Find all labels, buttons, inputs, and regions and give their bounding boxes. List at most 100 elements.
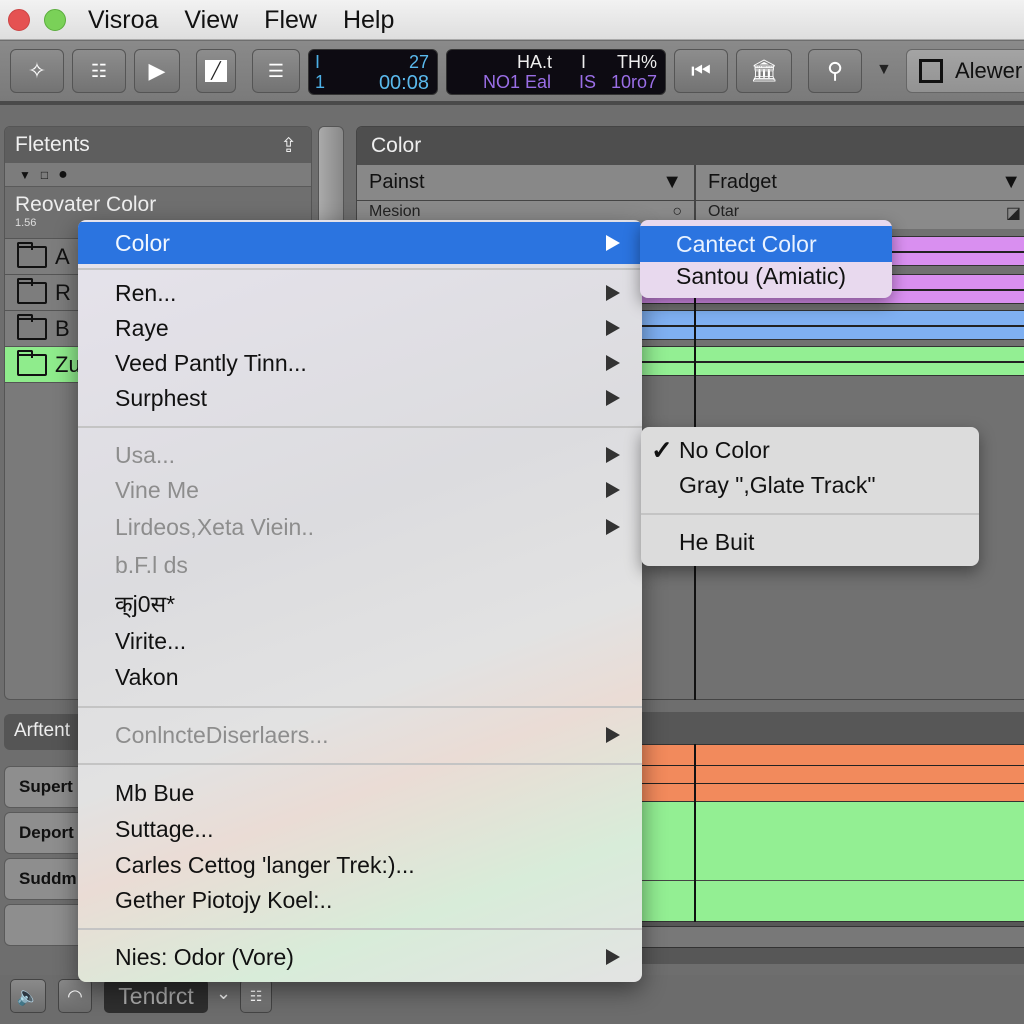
menu-separator [641, 513, 979, 515]
rewind-button[interactable]: ⏮ [674, 49, 728, 93]
menu-titles: Visroa View Flew Help [88, 6, 394, 35]
menu-item-label: Vakon [115, 663, 179, 690]
viewer-label: Alewer [955, 58, 1023, 83]
menubar: Visroa View Flew Help [0, 0, 1024, 40]
submenu-item-label: Cantect Color [676, 230, 817, 257]
horizontal-scrollbar[interactable] [640, 926, 1024, 948]
menu-item-label: Raye [115, 314, 169, 341]
lcd-sep: I [581, 52, 587, 72]
track-color-submenu: ✓ No Color Gray ",Glate Track" He Buit [641, 427, 979, 566]
menu-item[interactable]: Vakon [78, 660, 642, 694]
menu-item[interactable]: Mb Bue [78, 776, 642, 810]
playhead[interactable] [694, 744, 696, 922]
speaker-button[interactable]: 🔈 [10, 979, 46, 1013]
context-menu: Color Ren... Raye Veed Pantly Tinn... Su… [78, 220, 642, 982]
menu-separator [78, 706, 642, 708]
color-panel-title: Color [357, 127, 1024, 165]
library-button[interactable]: 🏛 [736, 49, 792, 93]
submenu-arrow-icon [606, 447, 620, 463]
rewind-icon: ⏮ [691, 58, 711, 83]
search-icon: ⚲ [826, 58, 844, 83]
list-item-label: B [55, 315, 70, 341]
menu-item[interactable]: Suttage... [78, 812, 642, 846]
left-panel-title: Fletents [15, 133, 90, 156]
menu-item-disabled: Vine Me [78, 473, 642, 507]
menu-app[interactable]: Visroa [88, 6, 158, 35]
menu-separator [78, 928, 642, 930]
dot-icon[interactable]: ● [58, 166, 68, 184]
disclosure-icon[interactable]: ▼ [19, 168, 31, 182]
submenu-item[interactable]: Gray ",Glate Track" [641, 468, 979, 502]
menu-item-color[interactable]: Color [78, 222, 642, 264]
zoom-window-button[interactable] [44, 9, 66, 31]
share-icon[interactable]: ⇪ [280, 133, 297, 158]
menu-item[interactable]: Carles Cettog 'langer Trek:)... [78, 848, 642, 882]
paint-dropdown[interactable]: Painst ▼ [357, 165, 696, 200]
fradget-dropdown[interactable]: Fradget ▼ [696, 165, 1024, 200]
menu-item-label: Nies: Odor (Vore) [115, 943, 294, 970]
submenu-arrow-icon [606, 355, 620, 371]
menu-item-disabled: Usa... [78, 438, 642, 472]
close-window-button[interactable] [8, 9, 30, 31]
chevron-down-icon[interactable]: ▼ [876, 61, 892, 79]
viewer-icon [919, 59, 943, 83]
list-icon: ☰ [267, 60, 285, 81]
submenu-item[interactable]: He Buit [641, 525, 979, 559]
resize-icon: ◪ [1005, 205, 1021, 222]
play-button[interactable]: ▶ [134, 49, 180, 93]
left-panel-controls: ▼ □ ● [5, 163, 311, 187]
left-panel-subtitle: Reovater Color [15, 193, 157, 216]
menu-flew[interactable]: Flew [264, 6, 317, 35]
menu-item[interactable]: Virite... [78, 624, 642, 658]
lcd-bar-marker: I [315, 52, 321, 72]
mixer-button[interactable]: ☷ [72, 49, 126, 93]
submenu-item-label: Gray ",Glate Track" [679, 471, 876, 498]
loop-button[interactable]: ◠ [58, 979, 92, 1013]
menu-view[interactable]: View [184, 6, 238, 35]
menu-item[interactable]: Raye [78, 311, 642, 345]
lcd-position-display: I 27 1 00:08 [308, 49, 438, 95]
submenu-item-checked[interactable]: ✓ No Color [641, 433, 979, 467]
lcd-time-value: 00:08 [378, 72, 429, 94]
submenu-arrow-icon [606, 285, 620, 301]
waveform [640, 361, 1024, 363]
green-track-lane[interactable] [640, 802, 1024, 922]
list-item-label: Zu [55, 351, 81, 377]
track-lane[interactable] [640, 346, 1024, 376]
menu-item[interactable]: क्j0स* [78, 586, 642, 620]
track-lane[interactable] [640, 310, 1024, 340]
menu-item[interactable]: Nies: Odor (Vore) [78, 940, 642, 974]
submenu-item[interactable]: Santou (Amiatic) [640, 258, 892, 294]
menu-item[interactable]: Veed Pantly Tinn... [78, 346, 642, 380]
lcd-key: HA.t [517, 52, 553, 72]
magic-wand-button[interactable]: ✧ [10, 49, 64, 93]
menu-item-disabled: b.F.l ds [78, 548, 642, 582]
menu-item[interactable]: Surphest [78, 381, 642, 415]
menu-item[interactable]: Gether Piotojy Koel:.. [78, 883, 642, 917]
submenu-arrow-icon [606, 949, 620, 965]
menu-item-label: Gether Piotojy Koel:.. [115, 886, 333, 913]
sliders-icon: ☷ [249, 987, 263, 1004]
viewer-button[interactable]: Alewer [906, 49, 1024, 93]
edit-button[interactable]: ╱ [196, 49, 236, 93]
chevron-down-icon[interactable]: ⌄ [216, 983, 231, 1004]
submenu-arrow-icon [606, 727, 620, 743]
settings-button[interactable]: ☷ [240, 979, 272, 1013]
menu-item[interactable]: Ren... [78, 276, 642, 310]
square-icon[interactable]: □ [41, 168, 48, 182]
list-editor-button[interactable]: ☰ [252, 49, 300, 93]
menu-help[interactable]: Help [343, 6, 394, 35]
submenu-item-highlighted[interactable]: Cantect Color [640, 226, 892, 262]
folder-icon [17, 241, 47, 268]
toolbar: ✧ ☷ ▶ ╱ ☰ I 27 1 00:08 HA.t I TH% NO1 Ea… [0, 41, 1024, 105]
menu-separator [78, 763, 642, 765]
submenu-item-label: He Buit [679, 528, 755, 555]
chevron-down-icon: ▼ [1001, 171, 1021, 193]
search-button[interactable]: ⚲ [808, 49, 862, 93]
orange-track-lane[interactable] [640, 744, 1024, 802]
menu-item-label: Color [115, 229, 170, 256]
list-item-label: A [55, 243, 70, 269]
mode-selector[interactable]: Tendrct [104, 979, 208, 1013]
lcd-signature: TH% [617, 52, 657, 72]
pencil-icon: ╱ [205, 60, 227, 82]
